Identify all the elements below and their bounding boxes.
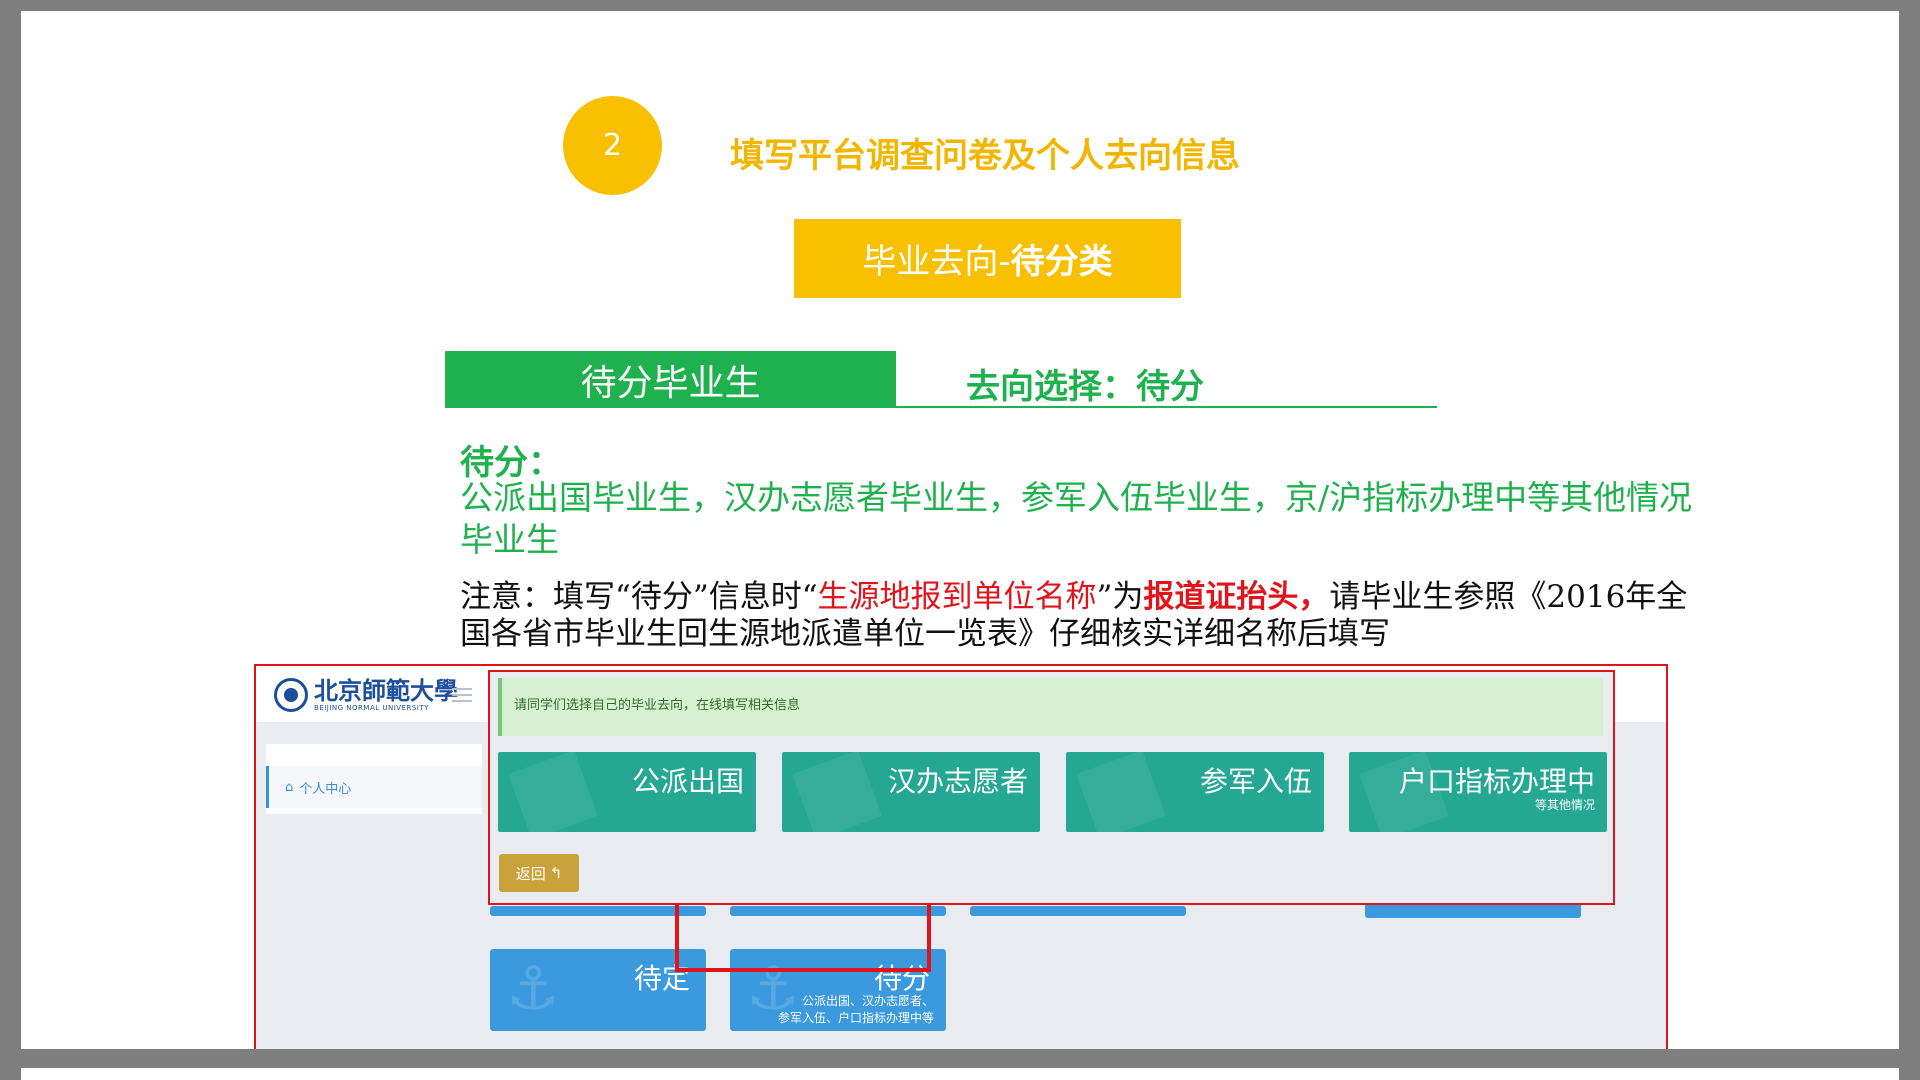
step-number: 2 (602, 128, 623, 163)
home-icon: ⌂ (285, 779, 294, 795)
option-public-abroad[interactable]: 公派出国 (498, 752, 756, 832)
tile-pending[interactable]: ⚓ 待定 (490, 949, 706, 1031)
tile-strip-3 (970, 906, 1186, 916)
category-prefix: 毕业去向- (862, 242, 1011, 282)
university-logo: 北京師範大學 BEIJING NORMAL UNIVERSITY (274, 678, 458, 712)
tile-strip-1 (490, 906, 706, 916)
graduate-tab: 待分毕业生 (445, 351, 896, 408)
option-title: 户口指标办理中 (1398, 765, 1595, 798)
return-arrow-icon: ↰ (549, 864, 563, 882)
option-hanban-volunteer[interactable]: 汉办志愿者 (782, 752, 1040, 832)
sidenav-item-label: 个人中心 (299, 781, 352, 797)
sidenav: ⌂ 个人中心 (266, 744, 482, 814)
option-title: 汉办志愿者 (887, 765, 1028, 798)
bottom-strip (21, 1068, 1899, 1080)
category-bold: 待分类 (1010, 242, 1113, 282)
back-label: 返回 (515, 864, 546, 883)
step-title: 填写平台调查问卷及个人去向信息 (730, 136, 1240, 176)
category-box: 毕业去向- 待分类 (794, 219, 1181, 298)
definition-text: 公派出国毕业生，汉办志愿者毕业生，参军入伍毕业生，京/沪指标办理中等其他情况毕业… (460, 478, 1693, 559)
option-sub: 等其他情况 (1534, 798, 1595, 812)
tile-to-be-assigned-sub: 公派出国、汉办志愿者、 参军入伍、户口指标办理中等 (777, 994, 934, 1025)
logo-en: BEIJING NORMAL UNIVERSITY (314, 704, 429, 712)
seal-icon (274, 678, 308, 712)
sidenav-item-personal-center[interactable]: ⌂ 个人中心 (266, 766, 482, 808)
option-title: 参军入伍 (1199, 765, 1312, 798)
note-part1: 注意：填写“待分”信息时“ (460, 579, 818, 615)
note-red-bold: 报道证抬头， (1143, 579, 1330, 615)
logo-cn: 北京師範大學 (314, 676, 458, 705)
note-red: 生源地报到单位名称 (817, 579, 1097, 615)
note-part2: ”为 (1096, 579, 1144, 615)
option-hukou-quota[interactable]: 户口指标办理中 等其他情况 (1349, 752, 1607, 832)
option-military[interactable]: 参军入伍 (1066, 752, 1324, 832)
back-button[interactable]: 返回 ↰ (499, 854, 579, 892)
direction-overlay: 请同学们选择自己的毕业去向，在线填写相关信息 公派出国 汉办志愿者 参军入伍 户… (488, 670, 1615, 905)
info-bar: 请同学们选择自己的毕业去向，在线填写相关信息 (498, 678, 1603, 736)
option-title: 公派出国 (631, 765, 744, 798)
note-text: 注意：填写“待分”信息时“生源地报到单位名称”为报道证抬头，请毕业生参照《201… (460, 579, 1710, 653)
direction-label: 去向选择：待分 (966, 367, 1204, 407)
anchor-icon: ⚓ (506, 954, 560, 1024)
slide: 2 填写平台调查问卷及个人去向信息 毕业去向- 待分类 待分毕业生 去向选择：待分… (21, 11, 1899, 1049)
menu-icon[interactable] (452, 688, 472, 702)
step-number-circle: 2 (563, 96, 662, 195)
